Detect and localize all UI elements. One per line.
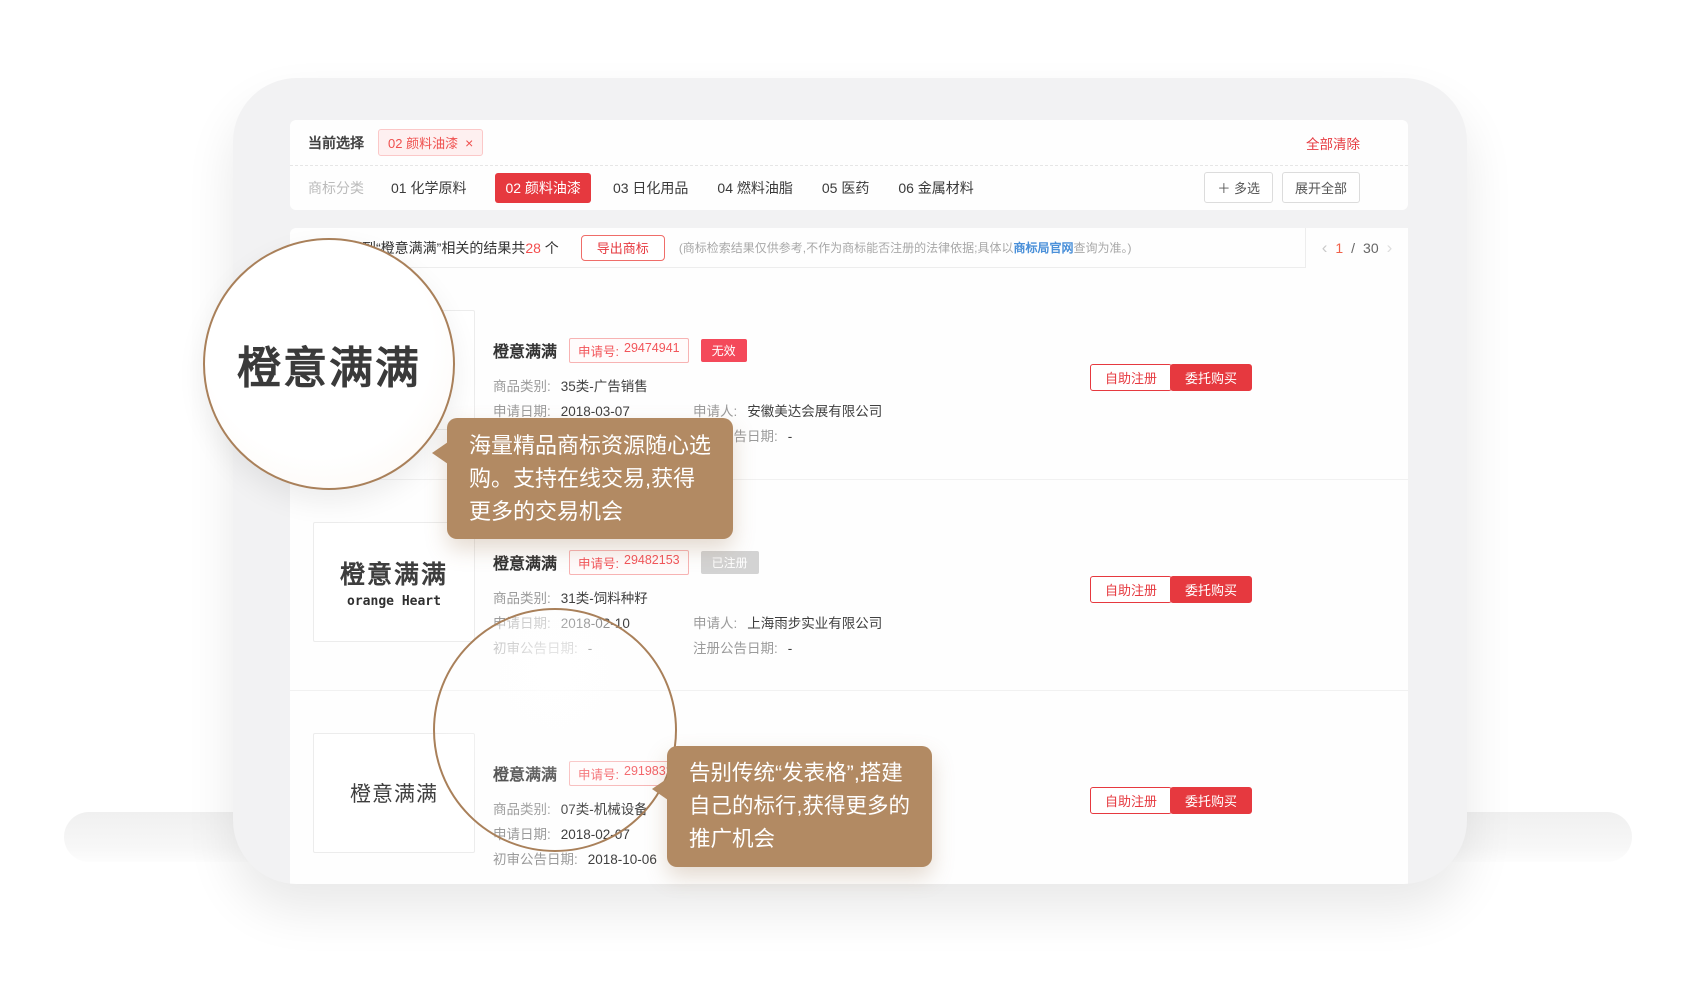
page: 当前选择 02 颜料油漆 × 全部清除 商标分类 01 化学原料 02 颜料油漆…	[0, 0, 1696, 1002]
category-item-03[interactable]: 03 日化用品	[613, 178, 688, 198]
self-register-button[interactable]: 自助注册	[1090, 576, 1172, 603]
category-row-label: 商标分类	[308, 178, 364, 198]
category-actions: ＋ 多选 展开全部	[1204, 172, 1360, 203]
category-line: 商品类别:31类-饲料种籽	[493, 586, 1113, 611]
selected-filter-chip-text: 02 颜料油漆	[388, 133, 458, 152]
entrust-buy-button[interactable]: 委托购买	[1170, 787, 1252, 814]
selected-filter-chip: 02 颜料油漆 ×	[378, 129, 483, 156]
pagination-total: 30	[1363, 240, 1379, 256]
trademark-office-link[interactable]: 商标局官网	[1013, 241, 1073, 255]
tooltip-marketplace: 海量精品商标资源随心选 购。支持在线交易,获得 更多的交易机会	[447, 418, 733, 539]
results-header: 检索到“橙意满满”相关的结果共28 个 导出商标 (商标检索结果仅供参考,不作为…	[290, 228, 1408, 268]
trademark-name: 橙意满满	[493, 338, 557, 362]
application-number-tag: 申请号:29474941	[569, 338, 689, 363]
multi-select-button[interactable]: ＋ 多选	[1204, 172, 1273, 203]
tooltip-promotion: 告别传统“发表格”,搭建 自己的标行,获得更多的 推广机会	[667, 746, 932, 867]
remove-filter-icon[interactable]: ×	[465, 136, 473, 150]
status-badge: 已注册	[701, 551, 759, 574]
trademark-image-text: 橙意满满	[350, 778, 438, 808]
tooltip-arrow-left-icon	[432, 442, 448, 464]
export-trademark-button[interactable]: 导出商标	[581, 235, 665, 261]
self-register-button[interactable]: 自助注册	[1090, 364, 1172, 391]
disclaimer-note: (商标检索结果仅供参考,不作为商标能否注册的法律依据;具体以商标局官网查询为准。…	[679, 239, 1132, 256]
self-register-button[interactable]: 自助注册	[1090, 787, 1172, 814]
filter-panel: 当前选择 02 颜料油漆 × 全部清除 商标分类 01 化学原料 02 颜料油漆…	[290, 120, 1408, 210]
category-item-02-selected[interactable]: 02 颜料油漆	[495, 173, 590, 203]
trademark-name: 橙意满满	[493, 550, 557, 574]
trademark-image[interactable]: 橙意满满 orange Heart	[313, 522, 475, 642]
current-selection-label: 当前选择	[308, 133, 364, 153]
chevron-left-icon[interactable]: ‹	[1322, 238, 1328, 258]
expand-all-button[interactable]: 展开全部	[1282, 172, 1360, 203]
category-line: 商品类别:35类-广告销售	[493, 374, 1113, 399]
magnifier-circle-zoomed: 橙意满满	[203, 238, 455, 490]
current-selection-row: 当前选择 02 颜料油漆 × 全部清除	[290, 120, 1408, 166]
status-badge: 无效	[701, 339, 747, 362]
category-item-04[interactable]: 04 燃料油脂	[717, 178, 792, 198]
clear-all-button[interactable]: 全部清除	[1306, 133, 1360, 153]
tooltip-arrow-left-icon	[652, 778, 668, 800]
magnifier-circle-ring	[433, 608, 677, 852]
pagination-separator: /	[1351, 240, 1355, 256]
trademark-image-text: 橙意满满	[340, 555, 448, 591]
category-row: 商标分类 01 化学原料 02 颜料油漆 03 日化用品 04 燃料油脂 05 …	[290, 166, 1408, 209]
pagination: ‹ 1 / 30 ›	[1305, 228, 1408, 268]
results-count: 28	[525, 240, 541, 256]
entrust-buy-button[interactable]: 委托购买	[1170, 364, 1252, 391]
magnified-trademark-text: 橙意满满	[237, 332, 421, 396]
application-number-tag: 申请号:29482153	[569, 550, 689, 575]
category-item-05[interactable]: 05 医药	[822, 178, 869, 198]
chevron-right-icon[interactable]: ›	[1387, 238, 1393, 258]
trademark-image-subtext: orange Heart	[347, 594, 441, 609]
category-item-01[interactable]: 01 化学原料	[391, 178, 466, 198]
pagination-current: 1	[1335, 240, 1343, 256]
category-item-06[interactable]: 06 金属材料	[898, 178, 973, 198]
entrust-buy-button[interactable]: 委托购买	[1170, 576, 1252, 603]
